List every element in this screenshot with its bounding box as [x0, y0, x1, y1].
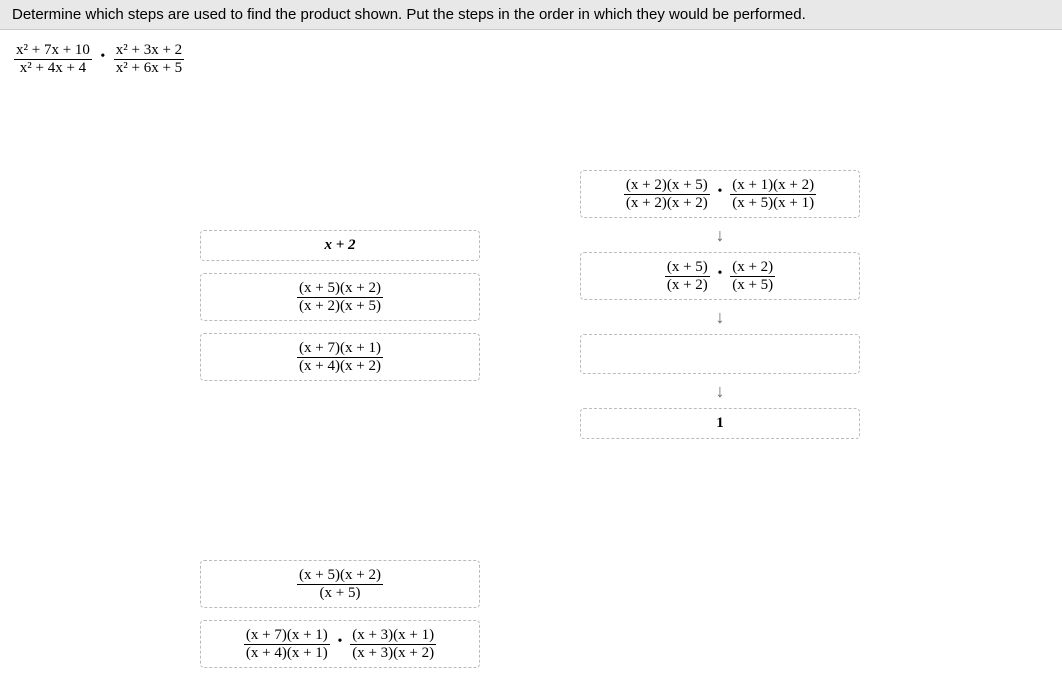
frac-den: (x + 2) [665, 277, 710, 294]
down-arrow-icon: ↓ [716, 308, 725, 326]
frac-num: (x + 2)(x + 5) [624, 177, 710, 195]
frac: (x + 5)(x + 2) (x + 2)(x + 5) [297, 280, 383, 314]
draggable-card[interactable]: (x + 7)(x + 1) (x + 4)(x + 2) [200, 333, 480, 381]
frac-den: x² + 6x + 5 [114, 60, 184, 77]
problem-expression: x² + 7x + 10 x² + 4x + 4 • x² + 3x + 2 x… [14, 42, 1038, 76]
drop-slot-filled[interactable]: (x + 5) (x + 2) • (x + 2) (x + 5) [580, 252, 860, 300]
frac: (x + 5) (x + 2) [665, 259, 710, 293]
card-text: 1 [716, 415, 724, 431]
question-header: Determine which steps are used to find t… [0, 0, 1062, 30]
frac-den: (x + 5)(x + 1) [730, 195, 816, 212]
frac-den: (x + 2)(x + 5) [297, 298, 383, 315]
frac: (x + 7)(x + 1) (x + 4)(x + 1) [244, 627, 330, 661]
frac-num: (x + 7)(x + 1) [297, 340, 383, 358]
frac-num: (x + 5)(x + 2) [297, 280, 383, 298]
frac-den: (x + 5) [730, 277, 775, 294]
frac-den: (x + 4)(x + 2) [297, 358, 383, 375]
draggable-card[interactable]: (x + 5)(x + 2) (x + 5) [200, 560, 480, 608]
frac-den: (x + 5) [297, 585, 383, 602]
frac-num: (x + 2) [730, 259, 775, 277]
draggable-card[interactable]: x + 2 [200, 230, 480, 261]
frac-1: x² + 7x + 10 x² + 4x + 4 [14, 42, 92, 76]
draggable-card[interactable]: (x + 5)(x + 2) (x + 2)(x + 5) [200, 273, 480, 321]
drop-slot-filled[interactable]: (x + 2)(x + 5) (x + 2)(x + 2) • (x + 1)(… [580, 170, 860, 218]
frac: (x + 1)(x + 2) (x + 5)(x + 1) [730, 177, 816, 211]
frac: (x + 7)(x + 1) (x + 4)(x + 2) [297, 340, 383, 374]
frac-num: (x + 1)(x + 2) [730, 177, 816, 195]
frac: (x + 5)(x + 2) (x + 5) [297, 567, 383, 601]
dot: • [714, 266, 727, 282]
frac-num: x² + 3x + 2 [114, 42, 184, 60]
dot: • [714, 184, 727, 200]
card-text: x + 2 [324, 237, 355, 253]
frac-den: (x + 3)(x + 2) [350, 645, 436, 662]
frac-den: x² + 4x + 4 [14, 60, 92, 77]
frac-den: (x + 2)(x + 2) [624, 195, 710, 212]
frac-2: x² + 3x + 2 x² + 6x + 5 [114, 42, 184, 76]
frac-num: (x + 7)(x + 1) [244, 627, 330, 645]
drop-slot-empty[interactable] [580, 334, 860, 374]
frac: (x + 2) (x + 5) [730, 259, 775, 293]
draggable-card[interactable]: (x + 7)(x + 1) (x + 4)(x + 1) • (x + 3)(… [200, 620, 480, 668]
frac-num: (x + 3)(x + 1) [350, 627, 436, 645]
frac: (x + 2)(x + 5) (x + 2)(x + 2) [624, 177, 710, 211]
down-arrow-icon: ↓ [716, 382, 725, 400]
frac-den: (x + 4)(x + 1) [244, 645, 330, 662]
dot: • [334, 634, 347, 650]
dot: • [96, 49, 109, 65]
drop-slot-filled[interactable]: 1 [580, 408, 860, 439]
frac-num: x² + 7x + 10 [14, 42, 92, 60]
down-arrow-icon: ↓ [716, 226, 725, 244]
frac: (x + 3)(x + 1) (x + 3)(x + 2) [350, 627, 436, 661]
frac-num: (x + 5) [665, 259, 710, 277]
frac-num: (x + 5)(x + 2) [297, 567, 383, 585]
